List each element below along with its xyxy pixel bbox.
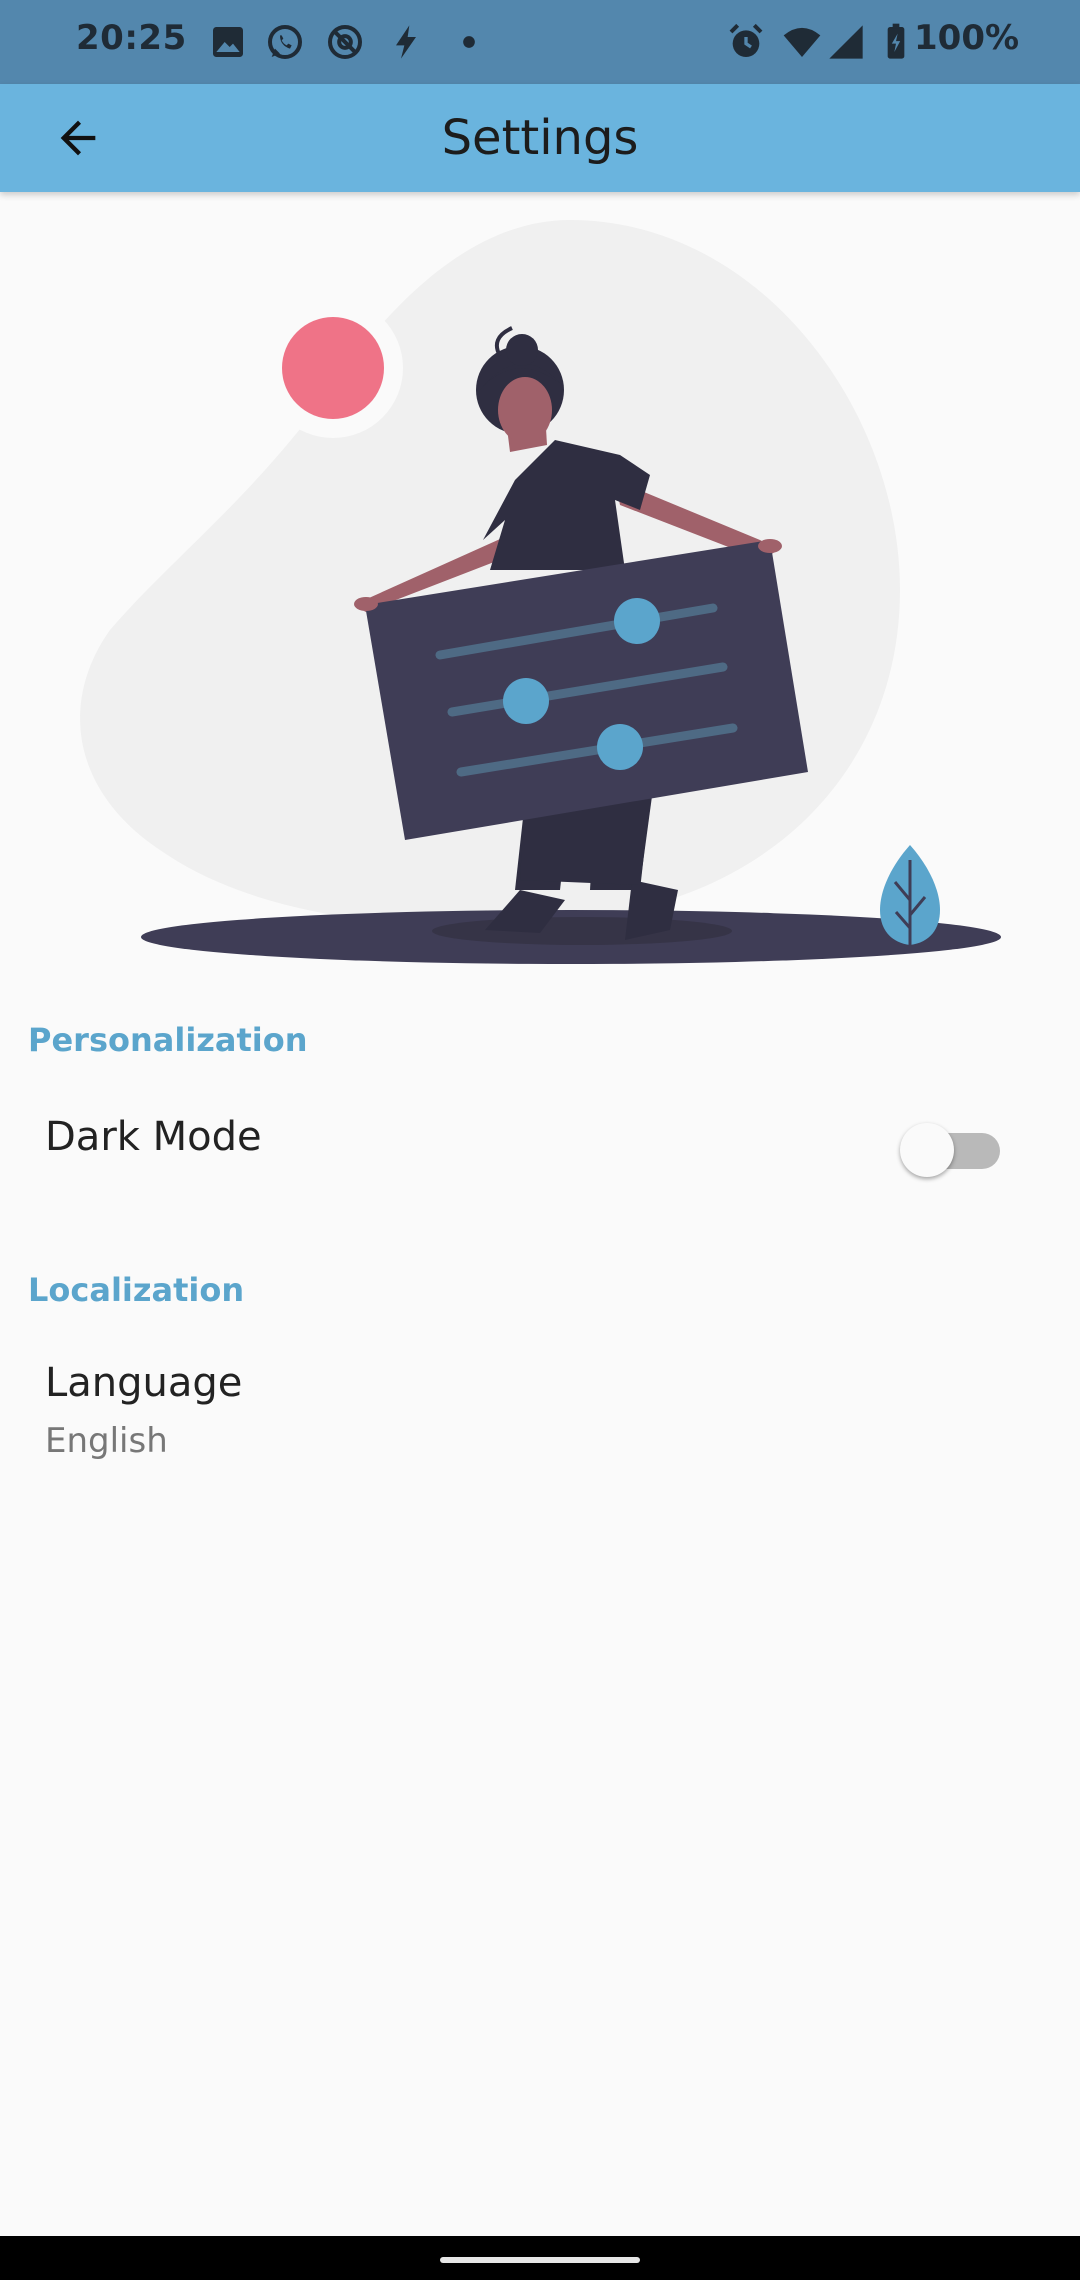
language-value: English <box>45 1421 168 1461</box>
battery-icon <box>887 23 905 59</box>
slider-knob-1 <box>614 598 660 644</box>
navigation-bar <box>0 2236 1080 2280</box>
alarm-icon <box>729 23 763 57</box>
toggle-thumb <box>900 1123 954 1177</box>
sun-circle <box>282 317 384 419</box>
language-label: Language <box>45 1360 243 1406</box>
slider-knob-2 <box>503 678 549 724</box>
slider-knob-3 <box>597 724 643 770</box>
ground-shadow-inner <box>432 917 732 945</box>
battery-percentage: 100% <box>914 18 1020 58</box>
dark-mode-toggle[interactable] <box>900 1117 1004 1177</box>
language-row[interactable]: Language English <box>0 1345 1080 1475</box>
status-time: 20:25 <box>76 18 187 58</box>
app-bar: Settings <box>0 84 1080 192</box>
signal-icon <box>829 25 863 59</box>
dot-icon <box>463 36 475 48</box>
wifi-icon <box>783 27 821 57</box>
back-button[interactable] <box>40 106 116 170</box>
settings-illustration <box>80 220 1001 964</box>
status-bar: 20:25 100% <box>0 0 1080 84</box>
whatsapp-icon <box>268 25 302 59</box>
dark-mode-label: Dark Mode <box>45 1114 262 1160</box>
home-indicator[interactable] <box>440 2257 640 2263</box>
flash-icon <box>396 25 416 59</box>
page-title: Settings <box>441 110 639 166</box>
image-icon <box>213 27 243 57</box>
section-header-localization: Localization <box>28 1271 245 1309</box>
at-sign-icon <box>328 25 362 59</box>
section-header-personalization: Personalization <box>28 1021 308 1059</box>
arrow-back-icon <box>60 120 96 156</box>
